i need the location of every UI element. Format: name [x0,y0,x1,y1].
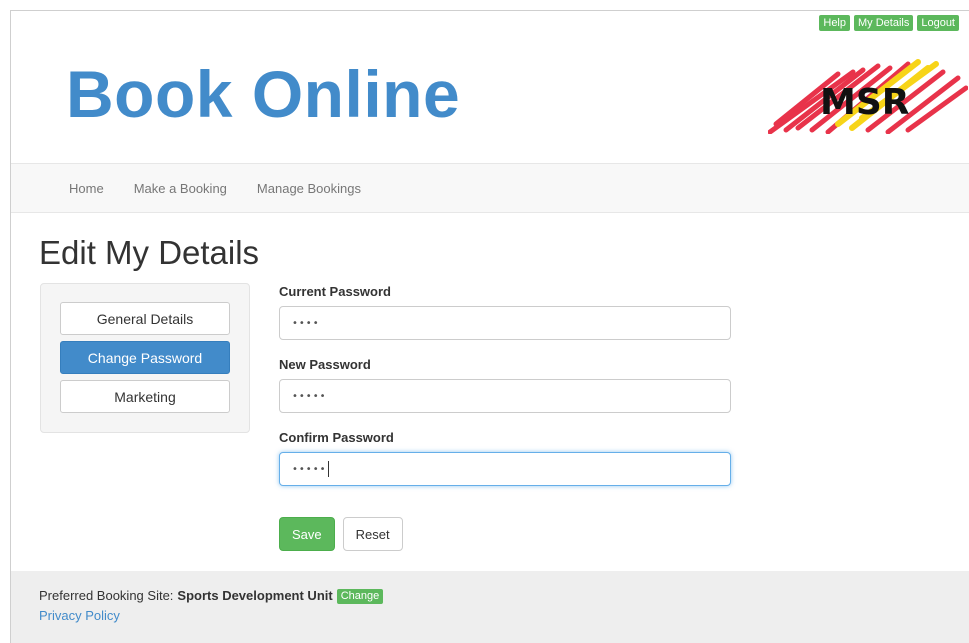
save-button[interactable]: Save [279,517,335,551]
change-password-form: Current Password •••• New Password •••••… [279,284,731,503]
confirm-password-label: Confirm Password [279,430,394,445]
privacy-policy-link[interactable]: Privacy Policy [39,607,969,625]
msr-logo: MSR [768,59,968,134]
frame-top-border [10,10,969,11]
sidebar-item-change-password[interactable]: Change Password [60,341,230,374]
new-password-value: ••••• [292,390,327,402]
my-details-link[interactable]: My Details [854,15,914,31]
preferred-site-line: Preferred Booking Site: Sports Developme… [39,587,969,605]
page-title: Edit My Details [39,234,260,271]
frame-left-border [10,10,11,643]
confirm-password-field[interactable]: ••••• [279,452,731,486]
preferred-site-label: Preferred Booking Site: [39,588,174,603]
logo-text: MSR [820,82,909,123]
help-link[interactable]: Help [819,15,850,31]
change-site-button[interactable]: Change [336,588,384,604]
sidebar-item-general-details[interactable]: General Details [60,302,230,335]
footer: Preferred Booking Site: Sports Developme… [11,571,969,643]
current-password-label: Current Password [279,284,391,299]
logout-link[interactable]: Logout [917,15,959,31]
sidebar-item-marketing[interactable]: Marketing [60,380,230,413]
form-actions: Save Reset [279,517,403,551]
current-password-field[interactable]: •••• [279,306,731,340]
preferred-site-name: Sports Development Unit [177,588,333,603]
new-password-label: New Password [279,357,371,372]
confirm-password-value: ••••• [292,463,327,475]
sidebar-panel: General Details Change Password Marketin… [40,283,250,433]
new-password-field[interactable]: ••••• [279,379,731,413]
nav-make-booking[interactable]: Make a Booking [134,181,227,196]
main-navbar: Home Make a Booking Manage Bookings [11,163,969,213]
top-links: Help My Details Logout [819,15,959,31]
site-title: Book Online [66,57,461,131]
reset-button[interactable]: Reset [342,517,403,551]
text-caret [327,461,329,477]
nav-manage-bookings[interactable]: Manage Bookings [257,181,361,196]
nav-home[interactable]: Home [69,181,104,196]
current-password-value: •••• [292,317,320,329]
